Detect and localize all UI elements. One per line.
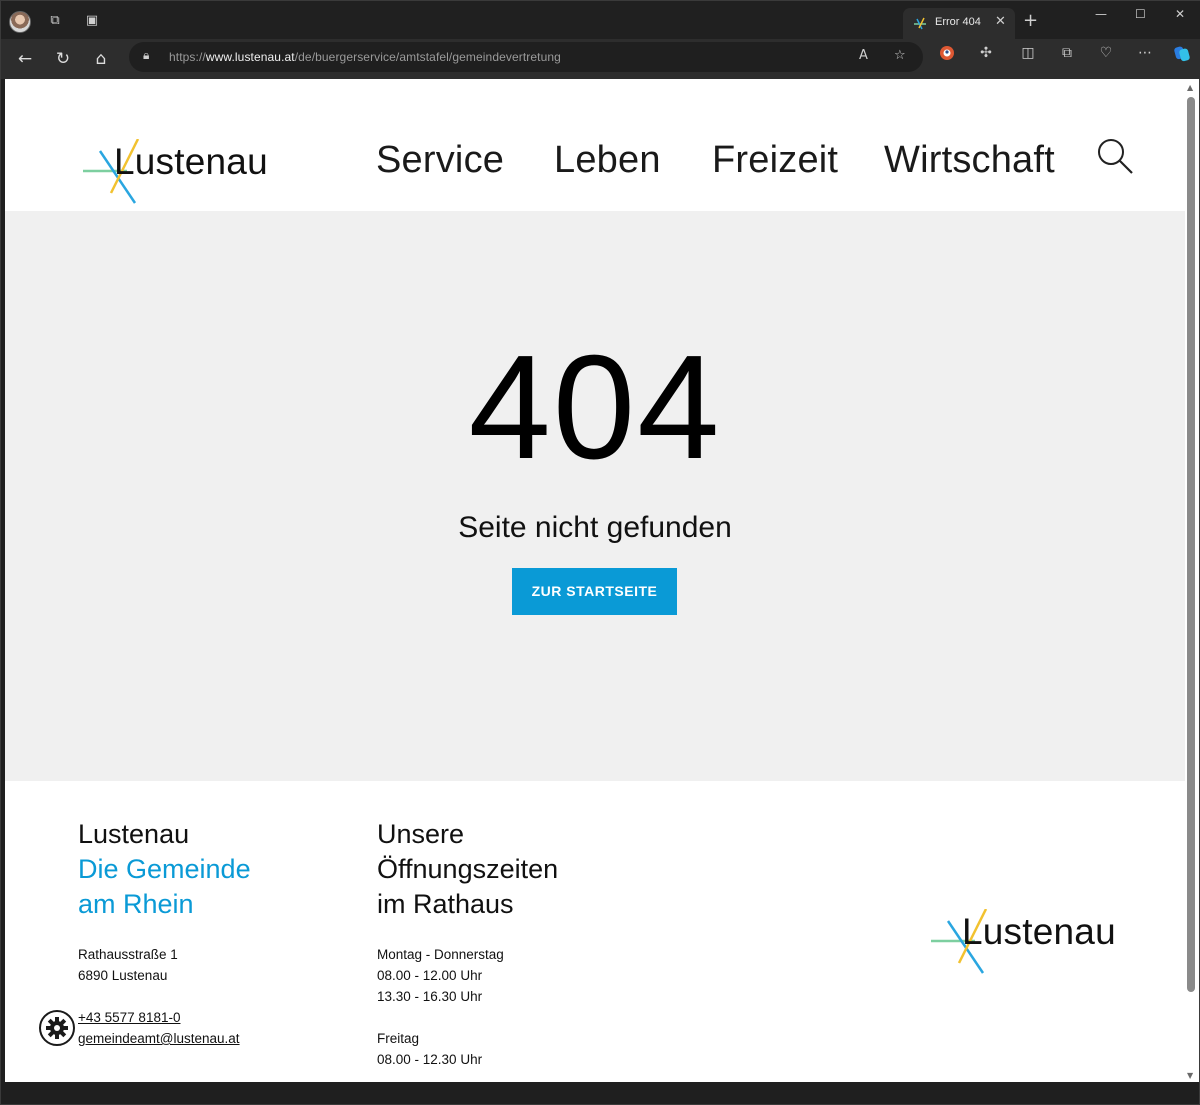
nav-item-freizeit[interactable]: Freizeit	[712, 139, 838, 182]
site-header: Lustenau Service Leben Freizeit Wirtscha…	[5, 79, 1185, 211]
close-window-icon[interactable]: ✕	[1175, 7, 1185, 21]
browser-window: ⧉ ▣ Error 404 ✕ + — ☐ ✕ ← ↻ ⌂ 🔒︎ https:/…	[0, 0, 1200, 1105]
footer-days-mon-thu: Montag - Donnerstag	[377, 947, 504, 962]
footer-contact-column: Lustenau Die Gemeinde am Rhein Rathausst…	[78, 817, 338, 1049]
footer-hours-mon-thu: Montag - Donnerstag 08.00 - 12.00 Uhr 13…	[377, 944, 637, 1007]
error-message: Seite nicht gefunden	[458, 511, 732, 544]
gear-icon	[46, 1017, 68, 1039]
search-icon	[1098, 139, 1133, 174]
collections-icon[interactable]: ⧉	[1059, 45, 1075, 61]
footer-contact-heading: Lustenau Die Gemeinde am Rhein	[78, 817, 338, 922]
profile-avatar[interactable]	[9, 11, 31, 33]
scroll-up-arrow-icon[interactable]: ▲	[1187, 83, 1193, 92]
footer-hours-title-line2: Öffnungszeiten	[377, 854, 559, 884]
footer-hours-heading: Unsere Öffnungszeiten im Rathaus	[377, 817, 637, 922]
footer-town-name: Lustenau	[78, 819, 190, 849]
nav-item-leben[interactable]: Leben	[554, 139, 661, 182]
error-code: 404	[468, 325, 722, 490]
footer-hours-friday: Freitag 08.00 - 12.30 Uhr	[377, 1028, 637, 1070]
browser-essentials-icon[interactable]: ♡	[1098, 45, 1114, 61]
footer-address: Rathausstraße 1 6890 Lustenau	[78, 944, 338, 986]
cookie-settings-button[interactable]	[39, 1010, 75, 1046]
nav-item-service[interactable]: Service	[376, 139, 504, 182]
reload-icon[interactable]: ↻	[49, 45, 77, 73]
split-screen-icon[interactable]: ◫	[1020, 45, 1036, 61]
footer-hours-column: Unsere Öffnungszeiten im Rathaus Montag …	[377, 817, 637, 1070]
url-text[interactable]: https://www.lustenau.at/de/buergerservic…	[169, 50, 561, 64]
site-logo[interactable]: Lustenau	[83, 139, 283, 209]
duckduckgo-extension-icon[interactable]	[939, 45, 955, 61]
workspaces-icon[interactable]: ⧉	[47, 13, 63, 29]
maximize-icon[interactable]: ☐	[1135, 7, 1146, 21]
copilot-icon[interactable]	[1173, 45, 1190, 62]
footer-logo-text: Lustenau	[962, 911, 1116, 952]
logo-text: Lustenau	[114, 141, 268, 182]
new-tab-button[interactable]: +	[1023, 10, 1038, 31]
search-button[interactable]	[1095, 136, 1135, 176]
page-viewport: Lustenau Service Leben Freizeit Wirtscha…	[5, 79, 1185, 1082]
footer-hours-friday-time: 08.00 - 12.30 Uhr	[377, 1052, 483, 1067]
scrollbar-thumb[interactable]	[1187, 97, 1195, 992]
home-icon[interactable]: ⌂	[87, 45, 115, 73]
back-arrow-icon[interactable]: ←	[11, 45, 39, 73]
browser-toolbar: ← ↻ ⌂ 🔒︎ https://www.lustenau.at/de/buer…	[1, 39, 1200, 79]
extensions-puzzle-icon[interactable]: ✣	[978, 45, 994, 61]
tab-title: Error 404	[935, 16, 981, 28]
close-tab-icon[interactable]: ✕	[995, 14, 1006, 29]
browser-titlebar: ⧉ ▣ Error 404 ✕ + — ☐ ✕	[1, 1, 1200, 39]
footer-hours-morning: 08.00 - 12.00 Uhr	[377, 968, 483, 983]
footer-contact-links: +43 5577 8181-0 gemeindeamt@lustenau.at	[78, 1007, 338, 1049]
error-section: 404 Seite nicht gefunden ZUR STARTSEITE	[5, 211, 1185, 781]
browser-tab-active[interactable]: Error 404 ✕	[903, 8, 1015, 39]
lock-icon[interactable]: 🔒︎	[143, 48, 149, 63]
minimize-icon[interactable]: —	[1095, 7, 1107, 21]
footer-tagline-line2: am Rhein	[78, 889, 194, 919]
go-to-homepage-button[interactable]: ZUR STARTSEITE	[512, 568, 677, 615]
scroll-down-arrow-icon[interactable]: ▼	[1187, 1071, 1193, 1080]
footer-tagline-line1: Die Gemeinde	[78, 854, 251, 884]
more-options-icon[interactable]: ⋯	[1137, 45, 1153, 61]
footer-hours-title-line1: Unsere	[377, 819, 465, 849]
footer-phone-link[interactable]: +43 5577 8181-0	[78, 1007, 338, 1028]
footer-logo[interactable]: Lustenau	[931, 909, 1131, 979]
site-footer: Lustenau Die Gemeinde am Rhein Rathausst…	[5, 781, 1185, 1082]
read-aloud-icon[interactable]: A	[859, 48, 868, 63]
footer-hours-title-line3: im Rathaus	[377, 889, 514, 919]
address-bar[interactable]: 🔒︎ https://www.lustenau.at/de/buergerser…	[129, 42, 923, 72]
footer-street: Rathausstraße 1	[78, 947, 178, 962]
favorite-star-icon[interactable]: ☆	[894, 48, 906, 63]
tab-actions-icon[interactable]: ▣	[84, 13, 100, 29]
footer-hours-afternoon: 13.30 - 16.30 Uhr	[377, 989, 483, 1004]
footer-email-link[interactable]: gemeindeamt@lustenau.at	[78, 1028, 338, 1049]
nav-item-wirtschaft[interactable]: Wirtschaft	[884, 139, 1055, 182]
footer-city: 6890 Lustenau	[78, 968, 168, 983]
footer-days-friday: Freitag	[377, 1031, 420, 1046]
lustenau-favicon-icon	[914, 17, 926, 30]
